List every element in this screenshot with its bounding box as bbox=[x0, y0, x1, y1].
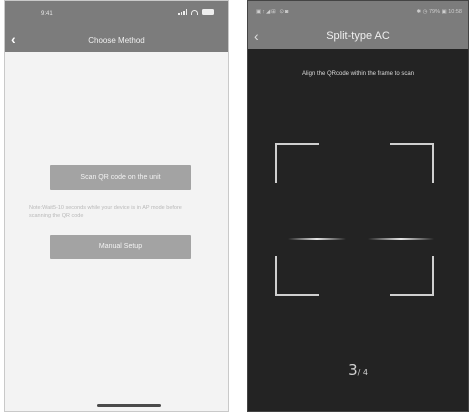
scan-hint: Align the QRcode within the frame to sca… bbox=[301, 71, 415, 77]
battery-icon bbox=[202, 9, 214, 15]
wifi-icon bbox=[191, 9, 198, 15]
status-bar: ▣↑◢⊞ ⊙◙ ✱ ◷ 79% ▣ 10:58 bbox=[248, 1, 468, 25]
status-time: 9:41 bbox=[41, 11, 53, 17]
status-bar: 9:41 bbox=[5, 1, 228, 29]
status-info: ✱ ◷ 79% ▣ 10:58 bbox=[416, 9, 463, 15]
choose-method-screen: 9:41 ‹ Choose Method Scan QR code on the… bbox=[4, 0, 229, 412]
nav-bar: ‹ Split-type AC bbox=[248, 25, 468, 49]
manual-setup-button[interactable]: Manual Setup bbox=[50, 235, 191, 259]
frame-corner-top-left bbox=[275, 143, 319, 183]
step-counter: 3/ 4 bbox=[248, 361, 468, 379]
signal-icon bbox=[178, 9, 187, 15]
step-current: 3 bbox=[348, 361, 358, 379]
scan-line-right bbox=[368, 238, 434, 240]
page-title: Split-type AC bbox=[326, 30, 390, 42]
screenshot-stage: 9:41 ‹ Choose Method Scan QR code on the… bbox=[0, 0, 473, 414]
frame-corner-bottom-left bbox=[275, 256, 319, 296]
frame-corner-bottom-right bbox=[390, 256, 434, 296]
ap-mode-note: Note:Wait5-10 seconds while your device … bbox=[29, 205, 182, 219]
scan-line-left bbox=[288, 238, 346, 240]
notification-icons: ▣↑◢⊞ ⊙◙ bbox=[256, 9, 290, 15]
qr-scan-screen: ▣↑◢⊞ ⊙◙ ✱ ◷ 79% ▣ 10:58 ‹ Split-type AC … bbox=[247, 0, 469, 412]
home-indicator[interactable] bbox=[97, 404, 161, 407]
scan-qr-button[interactable]: Scan QR code on the unit bbox=[50, 165, 191, 190]
frame-corner-top-right bbox=[390, 143, 434, 183]
nav-bar: ‹ Choose Method bbox=[5, 29, 228, 52]
page-title: Choose Method bbox=[88, 36, 145, 45]
step-total: / 4 bbox=[357, 368, 368, 377]
status-icons bbox=[178, 9, 214, 15]
